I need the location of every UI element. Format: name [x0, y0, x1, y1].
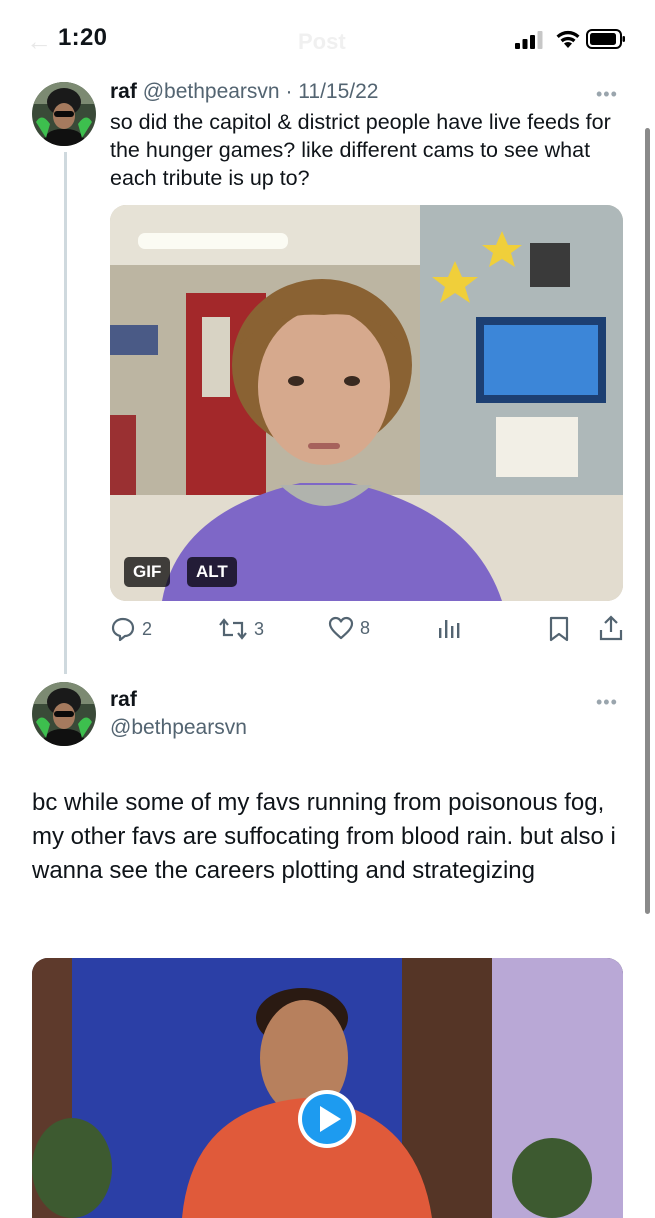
views-icon [439, 620, 460, 638]
tweet-text: so did the capitol & district people hav… [110, 110, 611, 190]
like-button[interactable]: 8 [328, 616, 370, 640]
repost-button[interactable]: 3 [218, 616, 264, 642]
avatar[interactable] [32, 82, 96, 146]
more-icon[interactable]: ••• [596, 84, 618, 105]
more-icon[interactable]: ••• [596, 692, 618, 713]
author-handle[interactable]: @bethpearsvn [143, 80, 280, 103]
status-time: 1:20 [58, 24, 108, 51]
scrollbar[interactable] [645, 128, 650, 914]
reply-count: 2 [142, 618, 153, 639]
avatar[interactable] [32, 682, 96, 746]
author-name[interactable]: raf [110, 80, 137, 103]
gif-badge: GIF [124, 557, 171, 587]
repost-count: 3 [254, 618, 265, 639]
bookmark-icon [549, 616, 569, 642]
tweet-header: raf @bethpearsvn · 11/15/22 [110, 80, 378, 104]
back-icon[interactable]: ← [26, 26, 52, 57]
wifi-icon [556, 30, 580, 48]
signal-icon [515, 31, 543, 49]
video-media[interactable] [32, 958, 623, 1218]
gif-media[interactable]: GIF ALT [110, 205, 623, 601]
reply-icon [111, 617, 135, 642]
post-date[interactable]: 11/15/22 [298, 80, 378, 103]
tweet-text: bc while some of my favs running from po… [32, 789, 616, 884]
share-button[interactable] [598, 614, 624, 647]
battery-icon [586, 29, 625, 49]
bookmark-button[interactable] [548, 616, 570, 647]
date-separator: · [285, 80, 293, 103]
views-button[interactable] [437, 616, 461, 645]
reply-button[interactable]: 2 [110, 616, 152, 642]
play-icon [298, 1090, 356, 1148]
play-button[interactable] [296, 1088, 358, 1155]
like-icon [328, 616, 354, 640]
author-handle[interactable]: @bethpearsvn [110, 716, 247, 740]
repost-icon [219, 618, 247, 640]
like-count: 8 [360, 617, 371, 638]
share-icon [599, 615, 623, 641]
gif-image [110, 205, 623, 601]
thread-connector [64, 152, 67, 674]
page-title: Post [298, 29, 346, 54]
author-name[interactable]: raf [110, 688, 137, 712]
alt-badge[interactable]: ALT [187, 557, 237, 587]
